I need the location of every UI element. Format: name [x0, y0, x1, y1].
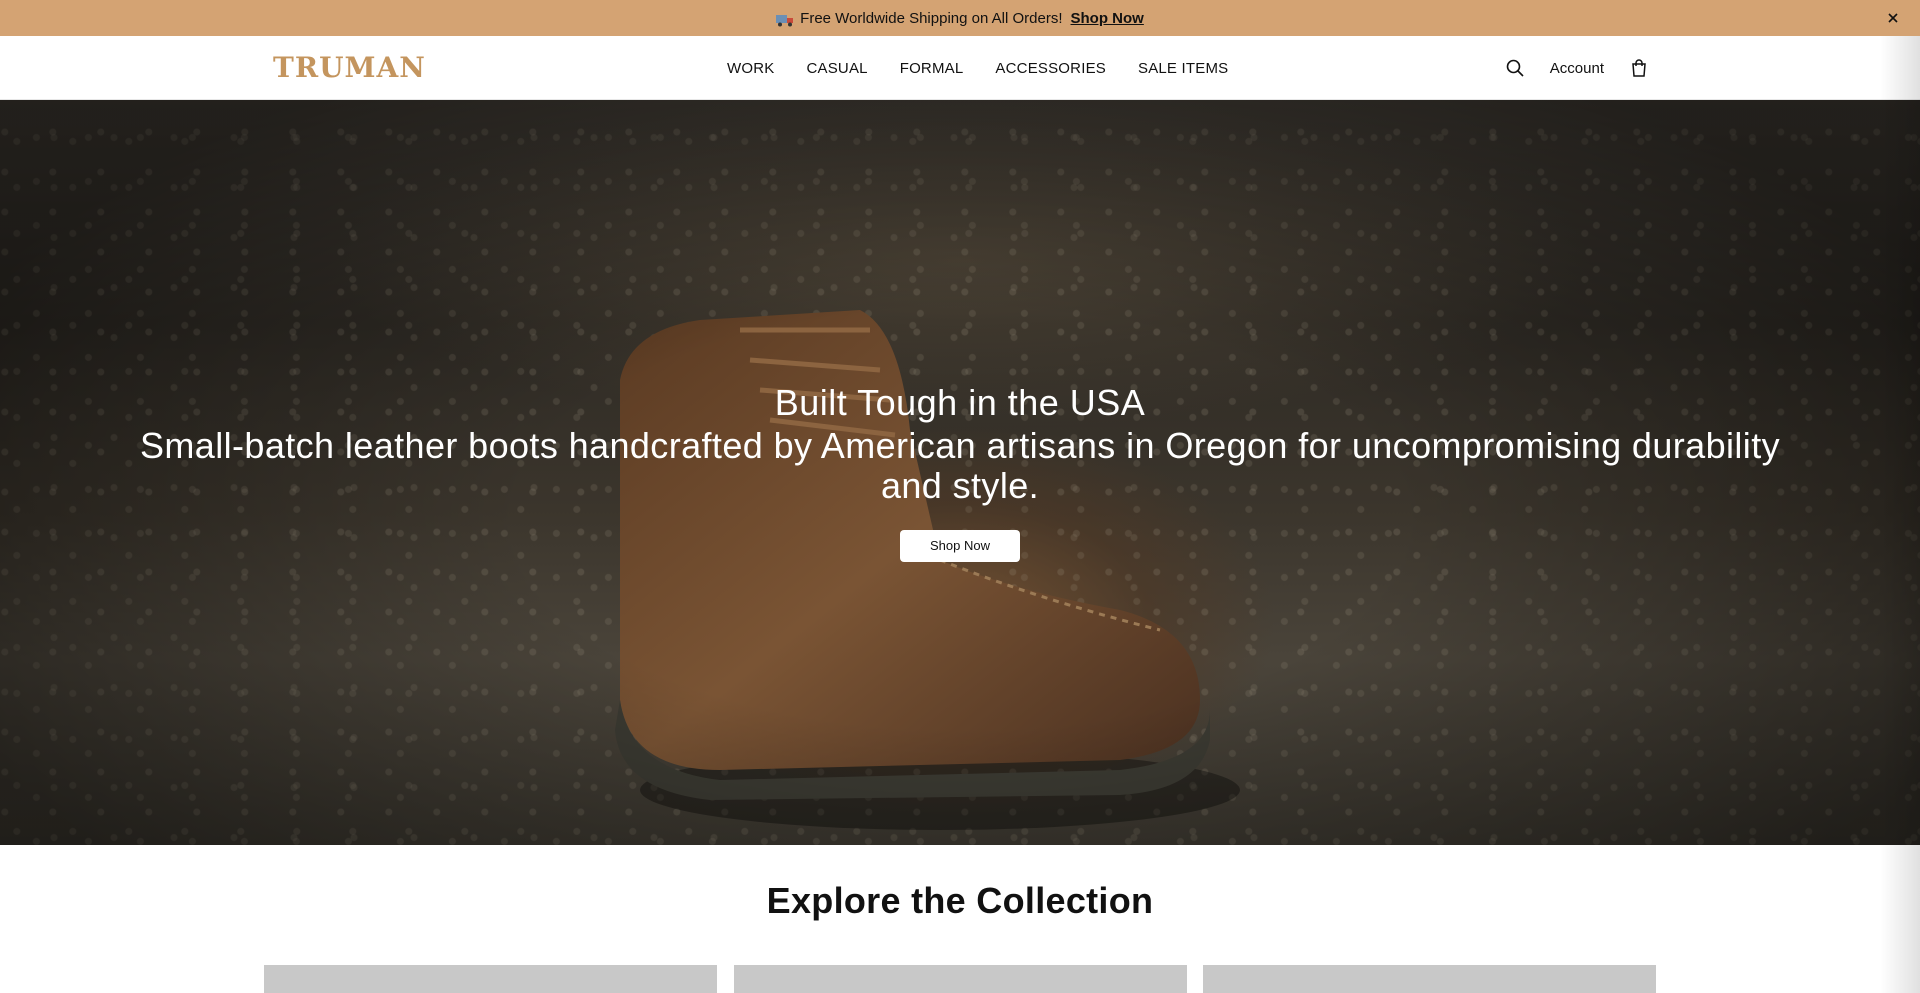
collection-card[interactable] [733, 965, 1187, 993]
hero-shop-now-button[interactable]: Shop Now [900, 530, 1020, 562]
truck-icon [776, 13, 794, 27]
announcement-shop-now-link[interactable]: Shop Now [1071, 10, 1144, 27]
search-icon[interactable] [1504, 57, 1526, 79]
hero-subtitle: Small-batch leather boots handcrafted by… [140, 425, 1781, 506]
nav-item-work[interactable]: WORK [727, 60, 774, 77]
hero-banner: Built Tough in the USA Small-batch leath… [0, 100, 1920, 845]
close-icon[interactable] [1884, 9, 1902, 27]
hero-content: Built Tough in the USA Small-batch leath… [0, 380, 1920, 562]
collection-cards [264, 965, 1656, 993]
hero-title: Built Tough in the USA [774, 382, 1146, 423]
site-header: TRUMAN WORK CASUAL FORMAL ACCESSORIES SA… [0, 36, 1920, 100]
announcement-message: Free Worldwide Shipping on All Orders! [800, 9, 1063, 27]
header-actions: Account [1504, 36, 1650, 100]
collection-title: Explore the Collection [766, 880, 1154, 921]
nav-item-accessories[interactable]: ACCESSORIES [995, 60, 1106, 77]
logo[interactable]: TRUMAN [273, 50, 426, 86]
announcement-bar: Free Worldwide Shipping on All Orders! S… [0, 0, 1920, 36]
account-link[interactable]: Account [1550, 60, 1604, 77]
nav-item-sale-items[interactable]: SALE ITEMS [1138, 60, 1228, 77]
nav-item-casual[interactable]: CASUAL [806, 60, 867, 77]
main-nav: WORK CASUAL FORMAL ACCESSORIES SALE ITEM… [727, 36, 1228, 100]
collection-card[interactable] [264, 965, 717, 993]
collection-card[interactable] [1203, 965, 1656, 993]
nav-item-formal[interactable]: FORMAL [900, 60, 964, 77]
shopping-bag-icon[interactable] [1628, 57, 1650, 79]
